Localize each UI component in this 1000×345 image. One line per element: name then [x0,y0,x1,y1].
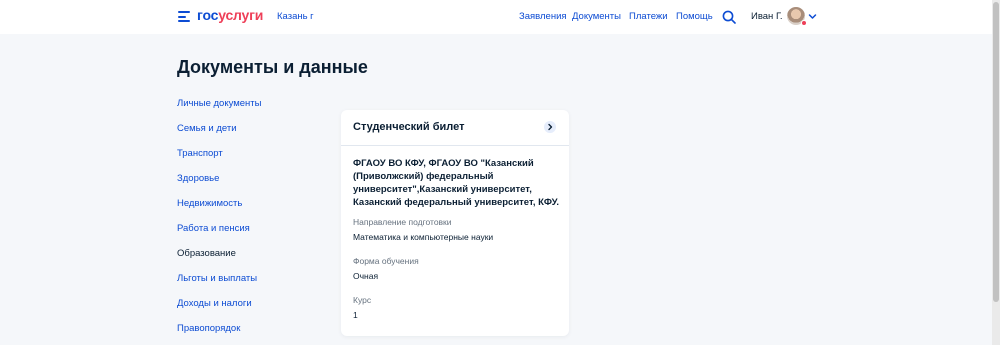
nav-applications[interactable]: Заявления [519,11,567,22]
sidebar-item-real-estate[interactable]: Недвижимость [177,198,242,209]
field-label-study-form: Форма обучения [353,256,419,266]
top-header: госуслуги Казань г Заявления Документы П… [0,0,992,34]
sidebar-item-benefits[interactable]: Льготы и выплаты [177,273,257,284]
sidebar-item-law-enforcement[interactable]: Правопорядок [177,323,240,334]
sidebar-item-education[interactable]: Образование [177,248,236,259]
page-scrollbar[interactable] [992,0,1000,345]
field-value-course: 1 [353,310,358,320]
field-value-study-form: Очная [353,271,379,281]
chevron-down-icon[interactable] [808,12,817,21]
page-title: Документы и данные [177,57,368,77]
city-selector[interactable]: Казань г [277,11,314,22]
gosuslugi-logo[interactable]: госуслуги [197,7,263,23]
search-icon[interactable] [722,10,736,24]
logo-part-1: гос [197,7,219,23]
sidebar-item-health[interactable]: Здоровье [177,173,219,184]
nav-payments[interactable]: Платежи [629,11,668,22]
nav-documents[interactable]: Документы [572,11,621,22]
field-value-direction: Математика и компьютерные науки [353,232,494,242]
field-label-direction: Направление подготовки [353,217,452,227]
sidebar-item-income-taxes[interactable]: Доходы и налоги [177,298,252,309]
sidebar-item-family[interactable]: Семья и дети [177,123,237,134]
burger-menu-icon[interactable] [178,11,190,22]
chevron-right-icon[interactable] [544,121,556,133]
sidebar-item-work-pension[interactable]: Работа и пенсия [177,223,250,234]
student-card[interactable]: Студенческий билет ФГАОУ ВО КФУ, ФГАОУ В… [341,110,569,336]
scrollbar-thumb[interactable] [993,2,999,302]
card-title: Студенческий билет [353,121,465,133]
user-name[interactable]: Иван Г. [751,11,783,22]
notification-dot [801,20,807,26]
sidebar-item-transport[interactable]: Транспорт [177,148,223,159]
field-label-course: Курс [353,295,372,305]
nav-help[interactable]: Помощь [676,11,713,22]
university-name: ФГАОУ ВО КФУ, ФГАОУ ВО "Казанский (Приво… [353,158,559,208]
sidebar-item-personal-documents[interactable]: Личные документы [177,98,261,109]
card-divider [341,145,569,146]
logo-part-2: услуги [218,7,264,23]
